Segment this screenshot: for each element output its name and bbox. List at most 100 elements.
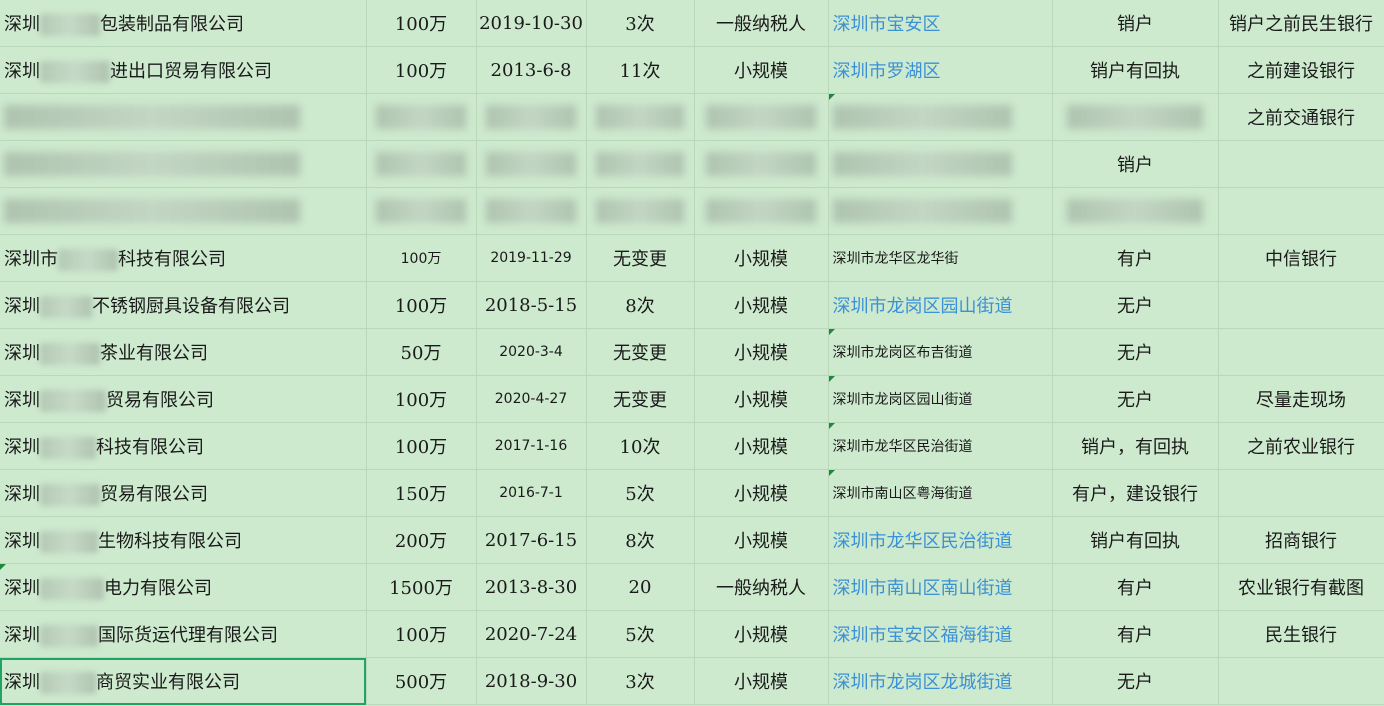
cell-6[interactable]: 有户 — [1052, 610, 1219, 658]
cell-0[interactable]: 深圳 科技有限公司 — [0, 422, 367, 470]
cell-2[interactable]: 2017-6-15 — [476, 516, 587, 564]
cell-2[interactable] — [476, 187, 587, 235]
cell-7[interactable]: 尽量走现场 — [1218, 375, 1384, 423]
cell-0[interactable]: 深圳 不锈钢厨具设备有限公司 — [0, 281, 367, 329]
cell-4[interactable] — [694, 93, 829, 141]
cell-0[interactable] — [0, 140, 367, 188]
cell-5[interactable]: 深圳市龙岗区龙城街道 — [828, 657, 1053, 705]
cell-7[interactable]: 销户之前民生银行 — [1218, 0, 1384, 47]
cell-3[interactable]: 无变更 — [586, 375, 695, 423]
cell-4[interactable] — [694, 187, 829, 235]
cell-2[interactable]: 2019-10-30 — [476, 0, 587, 47]
cell-6[interactable] — [1052, 93, 1219, 141]
cell-2[interactable]: 2018-9-30 — [476, 657, 587, 705]
cell-1[interactable]: 100万 — [366, 281, 477, 329]
cell-4[interactable]: 小规模 — [694, 422, 829, 470]
cell-7[interactable] — [1218, 281, 1384, 329]
cell-0[interactable] — [0, 187, 367, 235]
cell-1[interactable]: 1500万 — [366, 563, 477, 611]
cell-3[interactable]: 10次 — [586, 422, 695, 470]
cell-2[interactable] — [476, 93, 587, 141]
cell-2[interactable]: 2019-11-29 — [476, 234, 587, 282]
cell-5[interactable]: 深圳市龙岗区园山街道 — [828, 281, 1053, 329]
cell-7[interactable] — [1218, 469, 1384, 517]
cell-3[interactable]: 8次 — [586, 516, 695, 564]
cell-4[interactable]: 小规模 — [694, 469, 829, 517]
cell-1[interactable]: 150万 — [366, 469, 477, 517]
cell-3[interactable]: 11次 — [586, 46, 695, 94]
cell-7[interactable] — [1218, 328, 1384, 376]
cell-6[interactable]: 销户 — [1052, 140, 1219, 188]
cell-4[interactable]: 小规模 — [694, 657, 829, 705]
cell-5[interactable] — [828, 93, 1053, 141]
cell-3[interactable]: 20 — [586, 563, 695, 611]
cell-0[interactable]: 深圳 电力有限公司 — [0, 563, 367, 611]
cell-6[interactable]: 无户 — [1052, 375, 1219, 423]
cell-4[interactable]: 小规模 — [694, 281, 829, 329]
cell-2[interactable]: 2020-3-4 — [476, 328, 587, 376]
cell-0[interactable]: 深圳 进出口贸易有限公司 — [0, 46, 367, 94]
cell-5[interactable]: 深圳市龙华区龙华街 — [828, 234, 1053, 282]
cell-7[interactable]: 农业银行有截图 — [1218, 563, 1384, 611]
cell-7[interactable]: 之前农业银行 — [1218, 422, 1384, 470]
cell-1[interactable] — [366, 93, 477, 141]
cell-6[interactable]: 有户 — [1052, 234, 1219, 282]
cell-1[interactable]: 500万 — [366, 657, 477, 705]
cell-7[interactable]: 之前交通银行 — [1218, 93, 1384, 141]
cell-5[interactable]: 深圳市龙华区民治街道 — [828, 422, 1053, 470]
cell-3[interactable]: 8次 — [586, 281, 695, 329]
cell-5[interactable]: 深圳市龙华区民治街道 — [828, 516, 1053, 564]
cell-2[interactable]: 2013-6-8 — [476, 46, 587, 94]
cell-4[interactable]: 小规模 — [694, 234, 829, 282]
cell-3[interactable] — [586, 187, 695, 235]
cell-3[interactable] — [586, 140, 695, 188]
cell-7[interactable] — [1218, 140, 1384, 188]
cell-5[interactable] — [828, 140, 1053, 188]
cell-6[interactable]: 销户 — [1052, 0, 1219, 47]
cell-5[interactable]: 深圳市龙岗区布吉街道 — [828, 328, 1053, 376]
cell-2[interactable]: 2017-1-16 — [476, 422, 587, 470]
cell-0[interactable]: 深圳 商贸实业有限公司 — [0, 657, 367, 705]
cell-0[interactable]: 深圳 贸易有限公司 — [0, 469, 367, 517]
cell-2[interactable]: 2020-4-27 — [476, 375, 587, 423]
cell-6[interactable]: 无户 — [1052, 328, 1219, 376]
cell-2[interactable]: 2013-8-30 — [476, 563, 587, 611]
cell-0[interactable]: 深圳 包装制品有限公司 — [0, 0, 367, 47]
cell-7[interactable]: 民生银行 — [1218, 610, 1384, 658]
cell-2[interactable] — [476, 140, 587, 188]
cell-5[interactable]: 深圳市南山区南山街道 — [828, 563, 1053, 611]
cell-6[interactable]: 有户，建设银行 — [1052, 469, 1219, 517]
cell-5[interactable]: 深圳市宝安区福海街道 — [828, 610, 1053, 658]
cell-1[interactable]: 100万 — [366, 375, 477, 423]
cell-2[interactable]: 2020-7-24 — [476, 610, 587, 658]
cell-5[interactable]: 深圳市宝安区 — [828, 0, 1053, 47]
cell-1[interactable] — [366, 187, 477, 235]
cell-3[interactable]: 5次 — [586, 469, 695, 517]
cell-3[interactable]: 3次 — [586, 657, 695, 705]
cell-0[interactable]: 深圳市 科技有限公司 — [0, 234, 367, 282]
cell-4[interactable]: 小规模 — [694, 610, 829, 658]
cell-7[interactable]: 之前建设银行 — [1218, 46, 1384, 94]
cell-4[interactable]: 小规模 — [694, 46, 829, 94]
cell-3[interactable]: 5次 — [586, 610, 695, 658]
cell-5[interactable]: 深圳市龙岗区园山街道 — [828, 375, 1053, 423]
cell-7[interactable] — [1218, 657, 1384, 705]
cell-4[interactable]: 一般纳税人 — [694, 0, 829, 47]
cell-6[interactable]: 无户 — [1052, 281, 1219, 329]
cell-7[interactable]: 招商银行 — [1218, 516, 1384, 564]
cell-1[interactable]: 50万 — [366, 328, 477, 376]
cell-0[interactable]: 深圳 生物科技有限公司 — [0, 516, 367, 564]
cell-0[interactable]: 深圳 国际货运代理有限公司 — [0, 610, 367, 658]
cell-2[interactable]: 2016-7-1 — [476, 469, 587, 517]
cell-1[interactable]: 200万 — [366, 516, 477, 564]
cell-7[interactable]: 中信银行 — [1218, 234, 1384, 282]
cell-6[interactable]: 无户 — [1052, 657, 1219, 705]
cell-3[interactable]: 无变更 — [586, 328, 695, 376]
cell-6[interactable]: 销户，有回执 — [1052, 422, 1219, 470]
cell-6[interactable]: 销户有回执 — [1052, 46, 1219, 94]
cell-1[interactable]: 100万 — [366, 0, 477, 47]
cell-3[interactable] — [586, 93, 695, 141]
cell-0[interactable]: 深圳 茶业有限公司 — [0, 328, 367, 376]
cell-4[interactable] — [694, 140, 829, 188]
cell-4[interactable]: 一般纳税人 — [694, 563, 829, 611]
